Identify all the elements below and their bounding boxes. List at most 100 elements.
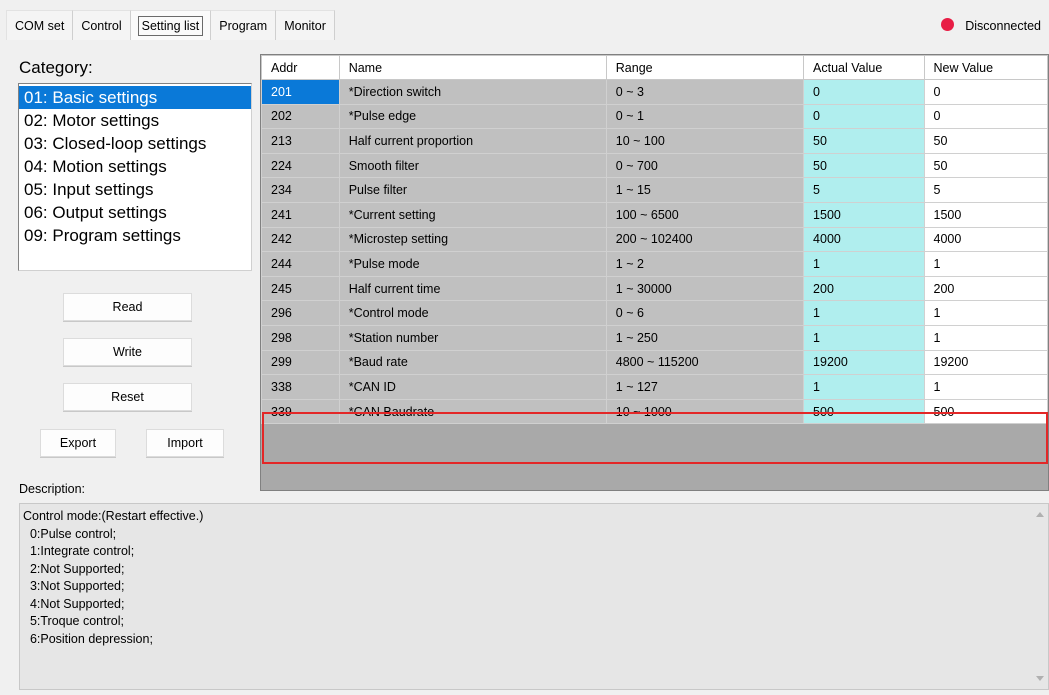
scroll-up-arrow-icon[interactable] bbox=[1036, 512, 1044, 517]
tab-control[interactable]: Control bbox=[73, 10, 131, 40]
name-cell: Half current time bbox=[338, 275, 607, 302]
category-item[interactable]: 05: Input settings bbox=[19, 178, 251, 201]
actual-value-cell: 200 bbox=[803, 275, 925, 302]
actual-value-cell: 4000 bbox=[803, 226, 925, 253]
table-header-row: Addr Name Range Actual Value New Value bbox=[261, 55, 1048, 80]
actual-value-cell: 1 bbox=[803, 324, 925, 351]
addr-cell: 338 bbox=[261, 374, 340, 400]
description-line: 5:Troque control; bbox=[23, 614, 124, 628]
category-item[interactable]: 06: Output settings bbox=[19, 201, 251, 224]
actual-value-cell: 1 bbox=[803, 374, 925, 400]
name-cell: *CAN Baudrate bbox=[338, 398, 607, 425]
new-value-input[interactable]: 5 bbox=[923, 177, 1048, 203]
new-value-input[interactable]: 0 bbox=[923, 79, 1048, 105]
write-button[interactable]: Write bbox=[63, 338, 192, 366]
range-cell: 1 ~ 30000 bbox=[605, 275, 805, 302]
table-row[interactable]: 339 *CAN Baudrate 10 ~ 1000 500 500 bbox=[261, 398, 1048, 425]
new-value-input[interactable]: 50 bbox=[923, 128, 1048, 154]
table-row[interactable]: 213 Half current proportion 10 ~ 100 50 50 bbox=[261, 128, 1048, 154]
new-value-input[interactable]: 1 bbox=[923, 324, 1048, 351]
new-value-input[interactable]: 4000 bbox=[923, 226, 1048, 253]
scroll-down-arrow-icon[interactable] bbox=[1036, 676, 1044, 681]
name-cell: Half current proportion bbox=[338, 128, 607, 154]
table-row[interactable]: 234 Pulse filter 1 ~ 15 5 5 bbox=[261, 177, 1048, 203]
export-button[interactable]: Export bbox=[40, 429, 116, 457]
new-value-input[interactable]: 19200 bbox=[923, 349, 1048, 376]
addr-cell: 245 bbox=[261, 275, 340, 302]
description-line: 2:Not Supported; bbox=[23, 561, 125, 576]
category-title: Category: bbox=[19, 58, 93, 77]
name-cell: *Baud rate bbox=[338, 349, 607, 376]
addr-cell: 234 bbox=[261, 177, 340, 203]
new-value-input[interactable]: 1500 bbox=[923, 201, 1048, 228]
import-button[interactable]: Import bbox=[146, 429, 224, 457]
category-list[interactable]: 01: Basic settings 02: Motor settings 03: … bbox=[18, 83, 252, 271]
table-row[interactable]: 224 Smooth filter 0 ~ 700 50 50 bbox=[261, 152, 1048, 179]
table-row[interactable]: 338 *CAN ID 1 ~ 127 1 1 bbox=[261, 374, 1048, 400]
range-cell: 10 ~ 1000 bbox=[605, 398, 805, 425]
new-value-input[interactable]: 0 bbox=[923, 103, 1048, 130]
settings-grid: Addr Name Range Actual Value New Value 2… bbox=[260, 54, 1049, 491]
table-row[interactable]: 242 *Microstep setting 200 ~ 102400 4000 400… bbox=[261, 226, 1048, 253]
description-line: 6:Position depression; bbox=[23, 631, 153, 646]
addr-cell: 213 bbox=[261, 128, 340, 154]
addr-cell: 202 bbox=[261, 103, 340, 130]
category-item[interactable]: 04: Motion settings bbox=[19, 155, 251, 178]
column-header-range[interactable]: Range bbox=[605, 55, 805, 80]
name-cell: *Direction switch bbox=[338, 79, 607, 105]
category-item[interactable]: 09: Program settings bbox=[19, 224, 251, 247]
tab-label: Monitor bbox=[284, 19, 326, 33]
table-row[interactable]: 244 *Pulse mode 1 ~ 211 bbox=[261, 251, 1048, 277]
actual-value-cell: 5 bbox=[803, 177, 925, 203]
addr-cell: 244 bbox=[261, 251, 340, 277]
description-line: 3:Not Supported; bbox=[23, 579, 125, 593]
addr-cell: 296 bbox=[261, 300, 340, 326]
connection-status: Disconnected bbox=[941, 17, 1041, 33]
tab-com-set[interactable]: COM set bbox=[6, 10, 74, 40]
description-box: Control mode:(Restart effective.) 0:Puls… bbox=[19, 503, 1049, 690]
table-row[interactable]: 201 *Direction switch 0 ~ 300 bbox=[261, 79, 1048, 105]
table-row[interactable]: 299 *Baud rate 4800 ~ 115200 19200 19200 bbox=[261, 349, 1048, 376]
new-value-input[interactable]: 1 bbox=[923, 251, 1048, 277]
reset-button[interactable]: Reset bbox=[63, 383, 192, 411]
table-row[interactable]: 296 *Control mode 0 ~ 611 bbox=[261, 300, 1048, 326]
actual-value-cell: 1 bbox=[803, 300, 925, 326]
settings-table: Addr Name Range Actual Value New Value 2… bbox=[261, 55, 1048, 425]
table-row[interactable]: 241 *Current setting 100 ~ 6500 1500 1500 bbox=[261, 201, 1048, 228]
category-item[interactable]: 01: Basic settings bbox=[19, 86, 251, 109]
actual-value-cell: 1 bbox=[803, 251, 925, 277]
tab-label: Setting list bbox=[137, 16, 204, 36]
description-line: 1:Integrate control; bbox=[23, 544, 135, 558]
column-header-new-value[interactable]: New Value bbox=[923, 55, 1048, 80]
table-row[interactable]: 245 Half current time 1 ~ 30000 200 200 bbox=[261, 275, 1048, 302]
new-value-input[interactable]: 500 bbox=[923, 398, 1048, 425]
table-row[interactable]: 202 *Pulse edge 0 ~ 100 bbox=[261, 103, 1048, 130]
description-line: 0:Pulse control; bbox=[23, 526, 117, 541]
range-cell: 1 ~ 250 bbox=[605, 324, 805, 351]
tab-program[interactable]: Program bbox=[211, 10, 277, 40]
new-value-input[interactable]: 200 bbox=[923, 275, 1048, 302]
column-header-addr[interactable]: Addr bbox=[261, 55, 340, 80]
new-value-input[interactable]: 1 bbox=[923, 300, 1048, 326]
addr-cell: 201 bbox=[261, 79, 340, 105]
tab-monitor[interactable]: Monitor bbox=[276, 10, 335, 40]
category-item[interactable]: 03: Closed-loop settings bbox=[19, 132, 251, 155]
range-cell: 1 ~ 127 bbox=[605, 374, 805, 400]
column-header-name[interactable]: Name bbox=[338, 55, 607, 80]
new-value-input[interactable]: 1 bbox=[923, 374, 1048, 400]
name-cell: *Station number bbox=[338, 324, 607, 351]
table-row[interactable]: 298 *Station number 1 ~ 250 1 1 bbox=[261, 324, 1048, 351]
category-item[interactable]: 02: Motor settings bbox=[19, 109, 251, 132]
new-value-input[interactable]: 50 bbox=[923, 152, 1048, 179]
range-cell: 200 ~ 102400 bbox=[605, 226, 805, 253]
read-button[interactable]: Read bbox=[63, 293, 192, 321]
tab-setting-list[interactable]: Setting list bbox=[130, 10, 212, 40]
description-text: Control mode:(Restart effective.) 0:Puls… bbox=[23, 508, 203, 648]
name-cell: *Current setting bbox=[338, 201, 607, 228]
addr-cell: 241 bbox=[261, 201, 340, 228]
range-cell: 0 ~ 3 bbox=[605, 79, 805, 105]
description-label: Description: bbox=[19, 482, 85, 496]
column-header-actual-value[interactable]: Actual Value bbox=[803, 55, 925, 80]
name-cell: *Pulse edge bbox=[338, 103, 607, 130]
name-cell: *Control mode bbox=[338, 300, 607, 326]
